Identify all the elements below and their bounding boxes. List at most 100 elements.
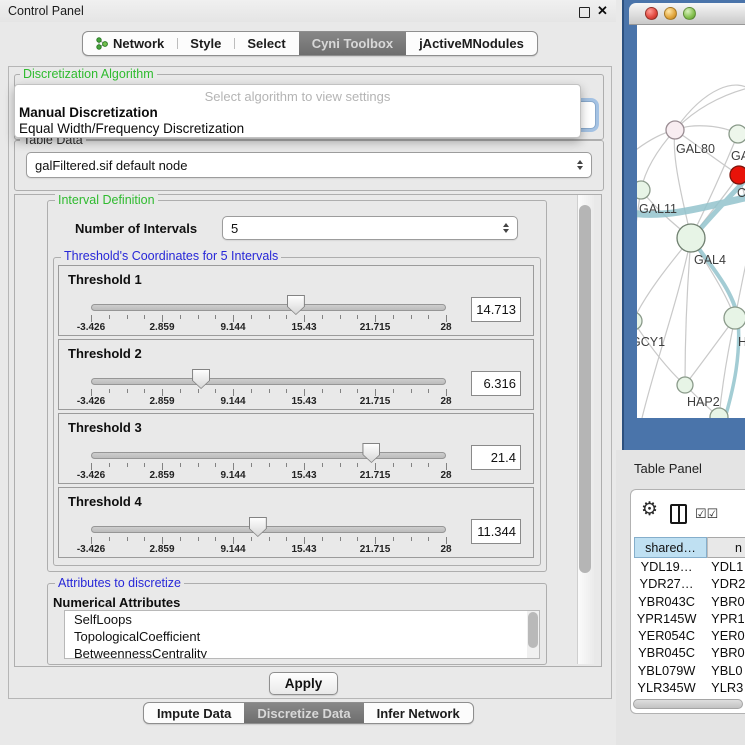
gear-icon[interactable]: ⚙ [641, 500, 658, 519]
tick-label: 21.715 [353, 322, 397, 333]
tab-cyni-toolbox-label: Cyni Toolbox [312, 36, 393, 51]
apply-button[interactable]: Apply [269, 672, 338, 695]
attribute-item-betweennesscentrality[interactable]: BetweennessCentrality [65, 645, 539, 659]
horizontal-scrollbar-thumb[interactable] [633, 699, 743, 709]
tick-mark [215, 315, 216, 319]
tab-cyni-toolbox[interactable]: Cyni Toolbox [299, 32, 406, 55]
tab-style[interactable]: Style [177, 32, 234, 55]
node-table: YDL19…YDL1YDR27…YDR2YBR043CYBR0YPR145WYP… [634, 558, 745, 699]
number-of-intervals-select[interactable]: 5 [222, 216, 518, 240]
slider-track[interactable] [91, 526, 446, 533]
cell-shared-name: YDL19… [634, 559, 699, 574]
network-node-ga[interactable] [729, 125, 745, 143]
network-node-hap2[interactable] [677, 377, 693, 393]
network-node-h[interactable] [724, 307, 745, 329]
bottom-tab-infer-network-label: Infer Network [377, 706, 460, 721]
slider-thumb[interactable] [249, 517, 267, 537]
attribute-item-topologicalcoefficient[interactable]: TopologicalCoefficient [65, 628, 539, 645]
bottom-tab-discretize-data-label: Discretize Data [257, 706, 350, 721]
dropdown-option-manual-discretization[interactable]: Manual Discretization [15, 105, 580, 121]
tab-select[interactable]: Select [234, 32, 298, 55]
network-canvas[interactable]: GAL80GACGAL11GAL4HGCY1HAP2 [637, 25, 745, 418]
close-traffic-light-icon[interactable] [645, 7, 658, 20]
slider-track[interactable] [91, 452, 446, 459]
threshold-value-field[interactable]: 21.4 [471, 445, 521, 470]
slider-thumb[interactable] [192, 369, 210, 389]
table-row[interactable]: YER054CYER0 [634, 627, 745, 644]
tick-mark [340, 463, 341, 467]
tick-mark [322, 537, 323, 541]
bottom-tab-infer-network[interactable]: Infer Network [364, 703, 473, 723]
tick-mark [375, 463, 376, 470]
table-row[interactable]: YDR27…YDR2 [634, 575, 745, 592]
cell-shared-name: YBR045C [634, 645, 699, 660]
cell-name: YDL1 [699, 559, 745, 574]
slider-thumb[interactable] [287, 295, 305, 315]
attributes-list[interactable]: SelfLoopsTopologicalCoefficientBetweenne… [64, 610, 540, 659]
network-node-gal4[interactable] [677, 224, 705, 252]
tick-mark [109, 315, 110, 319]
network-node-c[interactable] [730, 166, 745, 184]
table-row[interactable]: YBR043CYBR0 [634, 593, 745, 610]
algorithm-dropdown-popup: Select algorithm to view settings Manual… [14, 84, 581, 138]
tick-mark [393, 389, 394, 393]
tick-mark [269, 463, 270, 467]
tick-mark [322, 389, 323, 393]
tick-mark [286, 389, 287, 393]
tick-mark [251, 389, 252, 393]
tab-jactivemnodules[interactable]: jActiveMNodules [406, 32, 537, 55]
tick-mark [393, 537, 394, 541]
bottom-tab-discretize-data[interactable]: Discretize Data [244, 703, 363, 723]
tick-mark [428, 537, 429, 541]
attribute-item-selfloops[interactable]: SelfLoops [65, 611, 539, 628]
list-scrollbar-thumb[interactable] [528, 612, 538, 648]
tick-mark [180, 463, 181, 467]
bottom-tab-impute-data[interactable]: Impute Data [144, 703, 244, 723]
threshold-value-field[interactable]: 14.713 [471, 297, 521, 322]
cell-shared-name: YPR145W [634, 611, 699, 626]
column-header-shared-name[interactable]: shared… [634, 537, 707, 558]
slider-thumb[interactable] [362, 443, 380, 463]
discretization-algorithm-label: Discretization Algorithm [20, 68, 157, 80]
table-row[interactable]: YLR345WYLR3 [634, 679, 745, 696]
threshold-value-field[interactable]: 11.344 [471, 519, 521, 544]
slider-track[interactable] [91, 304, 446, 311]
network-node-gal11[interactable] [637, 181, 650, 199]
table-row[interactable]: YBR045CYBR0 [634, 644, 745, 661]
tick-label: 21.715 [353, 544, 397, 555]
tick-mark [357, 537, 358, 541]
tick-mark [428, 389, 429, 393]
tick-label: 21.715 [353, 470, 397, 481]
tab-network[interactable]: Network [83, 32, 177, 55]
close-icon[interactable]: ✕ [597, 3, 608, 19]
tick-label: 28 [424, 396, 468, 407]
network-node-gal80[interactable] [666, 121, 684, 139]
tick-label: 28 [424, 470, 468, 481]
float-window-icon[interactable] [579, 7, 590, 18]
top-tab-bar: NetworkStyleSelect Cyni Toolbox jActiveMNo… [82, 31, 538, 56]
table-row[interactable]: YBL079WYBL0 [634, 662, 745, 679]
threshold-value-field[interactable]: 6.316 [471, 371, 521, 396]
tick-mark [215, 537, 216, 541]
checkbox-icons[interactable]: ☑☑ [695, 506, 718, 522]
slider-track[interactable] [91, 378, 446, 385]
vertical-scrollbar-thumb[interactable] [579, 205, 591, 573]
zoom-traffic-light-icon[interactable] [683, 7, 696, 20]
table-row[interactable]: YDL19…YDL1 [634, 558, 745, 575]
tick-mark [322, 463, 323, 467]
table-row[interactable]: YPR145WYPR1 [634, 610, 745, 627]
interval-definition-label: Interval Definition [55, 194, 158, 206]
cell-name: YBL0 [699, 663, 745, 678]
column-visibility-icon[interactable] [670, 504, 687, 524]
network-node-label: GA [731, 149, 745, 163]
minimize-traffic-light-icon[interactable] [664, 7, 677, 20]
column-header-name[interactable]: n [707, 537, 745, 558]
tick-mark [269, 537, 270, 541]
dropdown-option-equal-width-frequency-discretization[interactable]: Equal Width/Frequency Discretization [15, 121, 580, 137]
tick-mark [393, 315, 394, 319]
network-node[interactable] [710, 408, 728, 418]
tick-mark [428, 463, 429, 467]
table-data-select[interactable]: galFiltered.sif default node [26, 152, 592, 178]
network-node-gcy1[interactable] [637, 312, 642, 330]
tick-label: -3.426 [69, 322, 113, 333]
